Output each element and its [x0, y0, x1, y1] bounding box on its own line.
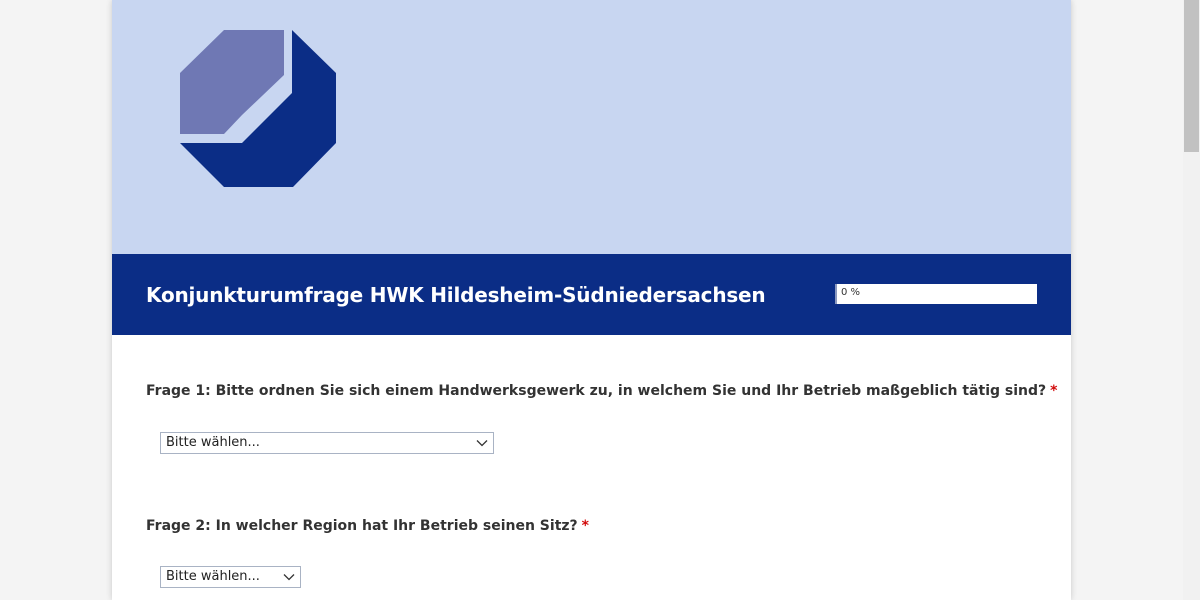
- question-2-label: Frage 2: In welcher Region hat Ihr Betri…: [146, 518, 589, 534]
- vertical-scrollbar[interactable]: [1183, 0, 1200, 600]
- question-2-select[interactable]: Bitte wählen...: [160, 566, 301, 588]
- survey-title: Konjunkturumfrage HWK Hildesheim-Südnied…: [146, 283, 766, 307]
- chevron-down-icon: [476, 440, 488, 447]
- question-1-select[interactable]: Bitte wählen...: [160, 432, 494, 454]
- survey-page: Konjunkturumfrage HWK Hildesheim-Südnied…: [112, 0, 1071, 600]
- select-value: Bitte wählen...: [166, 569, 260, 584]
- question-1-text: Frage 1: Bitte ordnen Sie sich einem Han…: [146, 383, 1047, 399]
- question-2-text: Frage 2: In welcher Region hat Ihr Betri…: [146, 518, 578, 534]
- question-1-label: Frage 1: Bitte ordnen Sie sich einem Han…: [146, 383, 1057, 399]
- scrollbar-thumb[interactable]: [1184, 0, 1199, 152]
- hwk-logo-icon: [180, 30, 336, 187]
- progress-bar: 0 %: [835, 284, 1037, 304]
- progress-label: 0 %: [841, 287, 861, 298]
- title-bar: Konjunkturumfrage HWK Hildesheim-Südnied…: [112, 254, 1071, 335]
- required-marker: *: [1050, 383, 1058, 399]
- chevron-down-icon: [283, 574, 295, 581]
- select-value: Bitte wählen...: [166, 435, 260, 450]
- header-banner: [112, 0, 1071, 254]
- required-marker: *: [581, 518, 589, 534]
